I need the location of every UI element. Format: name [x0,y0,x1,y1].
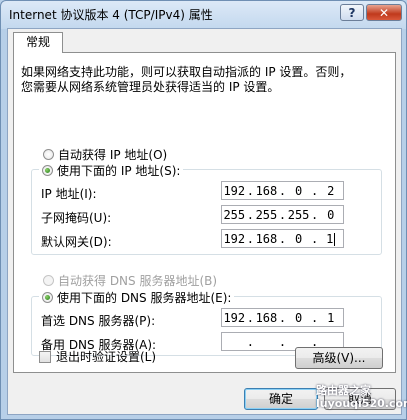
pdns-octet-1[interactable]: 192 [222,311,247,325]
radio-manual-ip-indicator[interactable] [42,165,53,176]
advanced-button[interactable]: 高级(V)... [295,347,383,369]
watermark-line-1: 路由器之家 [316,384,371,397]
window-title: Internet 协议版本 4 (TCP/IPv4) 属性 [9,8,213,22]
close-button[interactable]: ✕ [366,4,402,21]
preferred-dns-field[interactable]: 192. 168. 0. 1 [221,308,344,327]
radio-auto-ip-indicator[interactable] [43,149,54,160]
description-line-2: 您需要从网络系统管理员处获得适当的 IP 设置。 [21,80,280,94]
ip-octet-2[interactable]: 168 [254,184,279,198]
radio-auto-dns[interactable]: 自动获得 DNS 服务器地址(B) [43,272,217,289]
ip-octet-1[interactable]: 192 [222,184,247,198]
subnet-mask-field[interactable]: 255. 255. 255. 0 [221,205,344,224]
radio-auto-dns-label: 自动获得 DNS 服务器地址(B) [58,274,218,288]
radio-manual-dns-label: 使用下面的 DNS 服务器地址(E): [57,291,232,305]
pdns-octet-3[interactable]: 0 [286,311,311,325]
description-text: 如果网络支持此功能，则可以获取自动指派的 IP 设置。否则， 您需要从网络系统管… [21,65,391,95]
help-button[interactable]: ? [340,4,364,21]
tab-general[interactable]: 常规 [13,32,63,53]
gateway-octet-4[interactable]: 1 [326,232,333,246]
dialog-client-area: 常规 如果网络支持此功能，则可以获取自动指派的 IP 设置。否则， 您需要从网络… [7,28,402,415]
mask-octet-4[interactable]: 0 [318,208,343,222]
preferred-dns-label: 首选 DNS 服务器(P): [41,314,156,328]
help-icon: ? [348,6,356,20]
gateway-octet-2[interactable]: 168 [254,232,279,246]
ip-address-field[interactable]: 192. 168. 0. 2 [221,181,344,200]
gateway-octet-3[interactable]: 0 [286,232,311,246]
gateway-octet-4-wrap[interactable]: 1 [318,232,343,246]
radio-auto-ip-label: 自动获得 IP 地址(O) [58,148,168,162]
close-icon: ✕ [378,6,390,20]
radio-manual-dns[interactable]: 使用下面的 DNS 服务器地址(E): [39,289,235,306]
mask-octet-2[interactable]: 255 [254,208,279,222]
subnet-mask-label: 子网掩码(U): [41,211,112,225]
radio-manual-ip-label: 使用下面的 IP 地址(S): [57,164,181,178]
mask-octet-1[interactable]: 255 [222,208,247,222]
title-bar[interactable]: Internet 协议版本 4 (TCP/IPv4) 属性 ? ✕ [1,1,406,27]
ip-octet-3[interactable]: 0 [286,184,311,198]
validate-on-exit-checkbox[interactable]: 退出时验证设置(L) [39,348,156,365]
gateway-octet-1[interactable]: 192 [222,232,247,246]
validate-checkbox-label: 退出时验证设置(L) [56,350,157,364]
validate-checkbox-box[interactable] [39,350,51,363]
default-gateway-field[interactable]: 192. 168. 0. 1 [221,229,344,248]
watermark-line-2: luyouqi520.com [316,397,407,410]
pdns-octet-4[interactable]: 1 [318,311,343,325]
mask-octet-3[interactable]: 255 [286,208,311,222]
ip-address-label: IP 地址(I): [41,187,97,201]
text-caret [334,232,336,246]
pdns-octet-2[interactable]: 168 [254,311,279,325]
general-panel: 如果网络支持此功能，则可以获取自动指派的 IP 设置。否则， 您需要从网络系统管… [13,52,396,373]
radio-manual-dns-indicator[interactable] [42,292,53,303]
radio-manual-ip[interactable]: 使用下面的 IP 地址(S): [39,162,184,179]
default-gateway-label: 默认网关(D): [41,235,112,249]
description-line-1: 如果网络支持此功能，则可以获取自动指派的 IP 设置。否则， [21,65,352,79]
radio-auto-dns-indicator[interactable] [43,275,54,286]
ok-button[interactable]: 确定 [244,388,318,410]
dialog-window: Internet 协议版本 4 (TCP/IPv4) 属性 ? ✕ 常规 如果网… [0,0,407,420]
site-watermark: 路由器之家 luyouqi520.com [316,384,407,410]
radio-auto-ip[interactable]: 自动获得 IP 地址(O) [43,146,167,163]
ip-octet-4[interactable]: 2 [318,184,343,198]
